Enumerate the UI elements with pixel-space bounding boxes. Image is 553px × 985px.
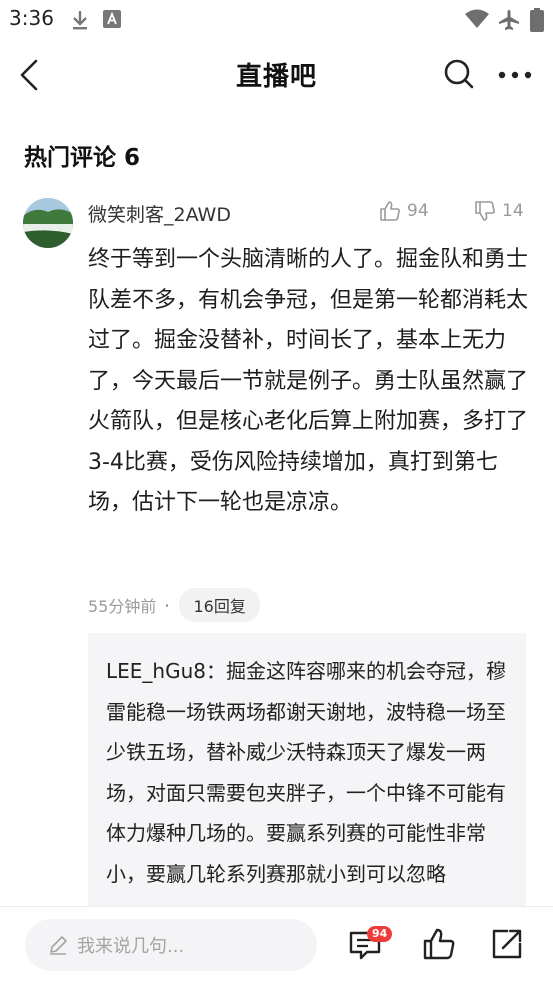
avatar[interactable] xyxy=(23,198,73,248)
comment-username[interactable]: 微笑刺客_2AWD xyxy=(88,200,231,227)
avatar-landscape-image xyxy=(23,198,73,248)
download-icon xyxy=(73,11,87,30)
comment-input-placeholder: 我来说几句... xyxy=(77,936,185,957)
more-options-icon[interactable] xyxy=(498,71,532,79)
thumbs-up-icon xyxy=(380,201,400,221)
like-count: 94 xyxy=(407,201,429,221)
battery-icon xyxy=(530,8,544,32)
search-icon[interactable] xyxy=(444,58,474,90)
comment-input[interactable]: 我来说几句... xyxy=(25,919,317,971)
reply-text: ：掘金这阵容哪来的机会夺冠，穆雷能稳一场铁两场都谢天谢地，波特稳一场至少铁五场，… xyxy=(106,659,506,886)
status-time: 3:36 xyxy=(9,6,54,30)
comment-meta: 55分钟前 · 16回复 xyxy=(88,588,260,622)
replies-button[interactable]: 16回复 xyxy=(179,588,260,622)
dislike-button[interactable]: 14 xyxy=(474,200,524,222)
share-icon[interactable] xyxy=(490,927,524,961)
nav-bar: 直播吧 xyxy=(0,38,553,110)
reply-preview[interactable]: LEE_hGu8：掘金这阵容哪来的机会夺冠，穆雷能稳一场铁两场都谢天谢地，波特稳… xyxy=(88,633,526,933)
dislike-count: 14 xyxy=(502,201,524,221)
section-title: 热门评论 6 xyxy=(24,145,141,171)
comment-text: 终于等到一个头脑清晰的人了。掘金队和勇士队差不多，有机会争冠，但是第一轮都消耗太… xyxy=(88,247,529,515)
status-bar: 3:36 xyxy=(0,0,553,38)
airplane-mode-icon xyxy=(499,10,519,30)
wifi-icon xyxy=(465,9,489,28)
edit-pencil-icon xyxy=(50,936,67,955)
meta-separator: · xyxy=(164,595,170,615)
comment-time: 55分钟前 xyxy=(88,597,157,616)
comment-count-badge: 94 xyxy=(367,926,393,942)
like-icon[interactable] xyxy=(422,927,456,961)
thumbs-down-icon xyxy=(475,201,495,221)
bottom-bar: 我来说几句... 94 xyxy=(0,906,553,985)
reply-author[interactable]: LEE_hGu8 xyxy=(106,659,206,683)
reply-content: LEE_hGu8：掘金这阵容哪来的机会夺冠，穆雷能稳一场铁两场都谢天谢地，波特稳… xyxy=(106,651,506,894)
like-button[interactable]: 94 xyxy=(379,200,429,222)
font-app-icon xyxy=(103,10,121,28)
